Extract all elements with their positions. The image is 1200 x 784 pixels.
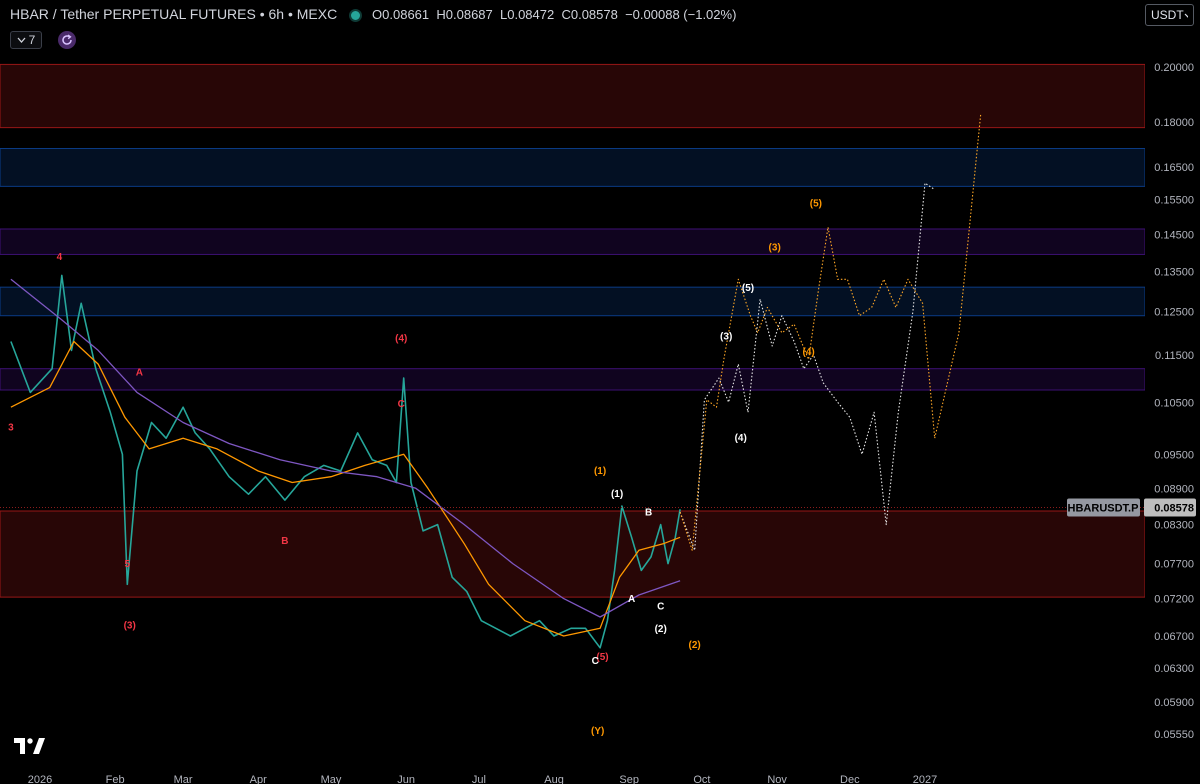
price-chart[interactable]: 3 4 5 (3) A B (4) C (5) C (1) (1) B A C (2) (2) (Y) (3) (4)… <box>0 0 1200 784</box>
wave-label-23: (5) <box>810 198 822 209</box>
wave-label-21: (3) <box>769 243 781 254</box>
x-tick-label: Jun <box>397 774 415 784</box>
x-tick-label: Mar <box>174 774 193 784</box>
wave-label-22: (4) <box>802 347 814 358</box>
x-tick-label: May <box>321 774 342 784</box>
ohlc-values: O0.08661 H0.08687 L0.08472 C0.08578 −0.0… <box>372 7 736 22</box>
open-value: 0.08661 <box>382 7 430 22</box>
wave-label-5: B <box>281 536 288 547</box>
y-tick-label: 0.12500 <box>1154 307 1194 319</box>
x-tick-label: Sep <box>619 774 639 784</box>
zone-blue-1 <box>0 148 1146 187</box>
x-tick-label: Apr <box>250 774 267 784</box>
currency-select[interactable]: USDT <box>1145 4 1194 26</box>
close-label: C <box>561 7 571 22</box>
y-tick-label: 0.14500 <box>1154 229 1194 241</box>
x-tick-label: Aug <box>544 774 564 784</box>
x-tick-label: Oct <box>693 774 710 784</box>
x-tick-label: Feb <box>106 774 125 784</box>
wave-label-7: C <box>398 399 405 410</box>
close-value: 0.08578 <box>570 7 618 22</box>
x-tick-label: 2027 <box>913 774 937 784</box>
wave-label-9: C <box>592 656 599 667</box>
symbol-header: HBAR / Tether PERPETUAL FUTURES • 6h • M… <box>10 6 736 22</box>
zone-red-5 <box>0 510 1146 598</box>
wave-label-12: B <box>645 507 652 518</box>
wave-label-18: (3) <box>720 331 732 342</box>
y-tick-label: 0.06300 <box>1154 663 1194 675</box>
y-tick-label: 0.11500 <box>1155 350 1194 362</box>
wave-label-0: 3 <box>8 422 14 433</box>
symbol-title[interactable]: HBAR / Tether PERPETUAL FUTURES • 6h • M… <box>10 6 337 22</box>
y-tick-label: 0.07200 <box>1154 594 1194 606</box>
y-tick-label: 0.15500 <box>1154 195 1194 207</box>
zone-blue-3 <box>0 286 1146 317</box>
zone-purple-4 <box>0 368 1146 391</box>
y-tick-label: 0.07700 <box>1154 559 1194 571</box>
wave-label-13: A <box>628 594 635 605</box>
high-value: 0.08687 <box>445 7 493 22</box>
market-status-icon <box>349 8 363 22</box>
wave-label-1: 4 <box>57 252 63 263</box>
y-tick-label: 0.09500 <box>1154 449 1194 461</box>
wave-label-11: (1) <box>611 489 623 500</box>
refresh-icon <box>62 34 72 45</box>
symbol-tag-label: HBARUSDT.P <box>1068 502 1139 514</box>
indicators-count: 7 <box>28 33 36 47</box>
wave-label-16: (2) <box>689 640 701 651</box>
y-tick-label: 0.18000 <box>1154 117 1194 129</box>
wave-label-10: (1) <box>594 466 606 477</box>
wave-label-4: A <box>136 368 143 379</box>
chevron-down-icon <box>17 37 26 43</box>
wave-label-20: (5) <box>742 283 754 294</box>
tradingview-logo-icon <box>14 738 45 754</box>
chevron-down-icon <box>1184 13 1188 18</box>
y-tick-label: 0.16500 <box>1154 162 1194 174</box>
x-tick-label: Dec <box>840 774 860 784</box>
x-tick-label: Jul <box>472 774 486 784</box>
wave-label-19: (4) <box>735 433 747 444</box>
y-tick-label: 0.20000 <box>1154 62 1194 74</box>
wave-label-6: (4) <box>395 334 407 345</box>
y-tick-label: 0.10500 <box>1154 397 1194 409</box>
x-tick-label: Nov <box>767 774 787 784</box>
refresh-button[interactable] <box>58 31 76 49</box>
low-value: 0.08472 <box>507 7 555 22</box>
zone-purple-2 <box>0 228 1146 255</box>
wave-label-3: (3) <box>124 620 136 631</box>
wave-label-17: (Y) <box>591 726 604 737</box>
zone-red-0 <box>0 63 1146 129</box>
open-label: O <box>372 7 383 22</box>
wave-label-2: 5 <box>125 559 131 570</box>
y-tick-label: 0.06700 <box>1154 631 1194 643</box>
change-value: −0.00088 (−1.02%) <box>625 7 737 22</box>
wave-label-15: (2) <box>655 624 667 635</box>
high-label: H <box>436 7 446 22</box>
y-tick-label: 0.13500 <box>1154 267 1194 279</box>
indicators-toggle-button[interactable]: 7 <box>10 31 42 49</box>
y-tick-label: 0.05550 <box>1154 729 1194 741</box>
currency-value: USDT <box>1151 8 1184 22</box>
y-tick-label: 0.05900 <box>1154 697 1194 709</box>
wave-label-14: C <box>657 602 664 613</box>
x-tick-label: 2026 <box>28 774 52 784</box>
y-tick-label: 0.08300 <box>1154 520 1194 532</box>
price-tag-label: 0.08578 <box>1154 502 1194 514</box>
y-tick-label: 0.08900 <box>1154 483 1194 495</box>
price-axis: 0.20000 0.18000 0.16500 0.15500 0.14500 0.135… <box>1145 56 1200 758</box>
